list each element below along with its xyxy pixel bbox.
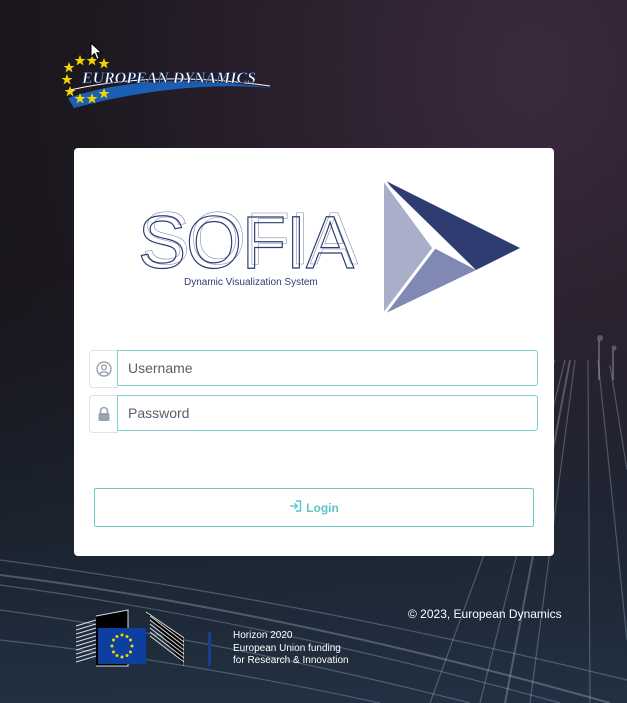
lock-icon <box>89 395 118 433</box>
login-button-label: Login <box>306 500 339 515</box>
copyright-text: © 2023, European Dynamics <box>408 607 562 621</box>
horizon-line-3: for Research & Innovation <box>233 655 349 666</box>
app-tagline: Dynamic Visualization System <box>184 277 318 288</box>
login-card: SOFIA SOFIA Dynamic Visualization System <box>74 148 554 556</box>
password-input[interactable] <box>117 395 538 431</box>
sofia-logo-text-shadow: SOFIA <box>142 197 359 280</box>
sofia-logo: SOFIA SOFIA Dynamic Visualization System <box>137 179 520 315</box>
login-button[interactable]: Login <box>94 488 534 527</box>
horizon-2020-text: Horizon 2020 European Union funding for … <box>233 630 349 668</box>
user-circle-icon <box>89 350 118 388</box>
eu-divider <box>208 632 211 666</box>
username-field-group <box>89 350 539 388</box>
european-commission-logo <box>75 609 184 667</box>
mouse-cursor-icon <box>90 42 103 61</box>
sign-in-icon <box>289 500 302 515</box>
brand-logo-text: EUROPEAN DYNAMICS <box>81 70 256 87</box>
password-field-group <box>89 395 539 433</box>
horizon-line-2: European Union funding <box>233 642 341 654</box>
horizon-line-1: Horizon 2020 <box>233 630 293 641</box>
username-input[interactable] <box>117 350 538 386</box>
